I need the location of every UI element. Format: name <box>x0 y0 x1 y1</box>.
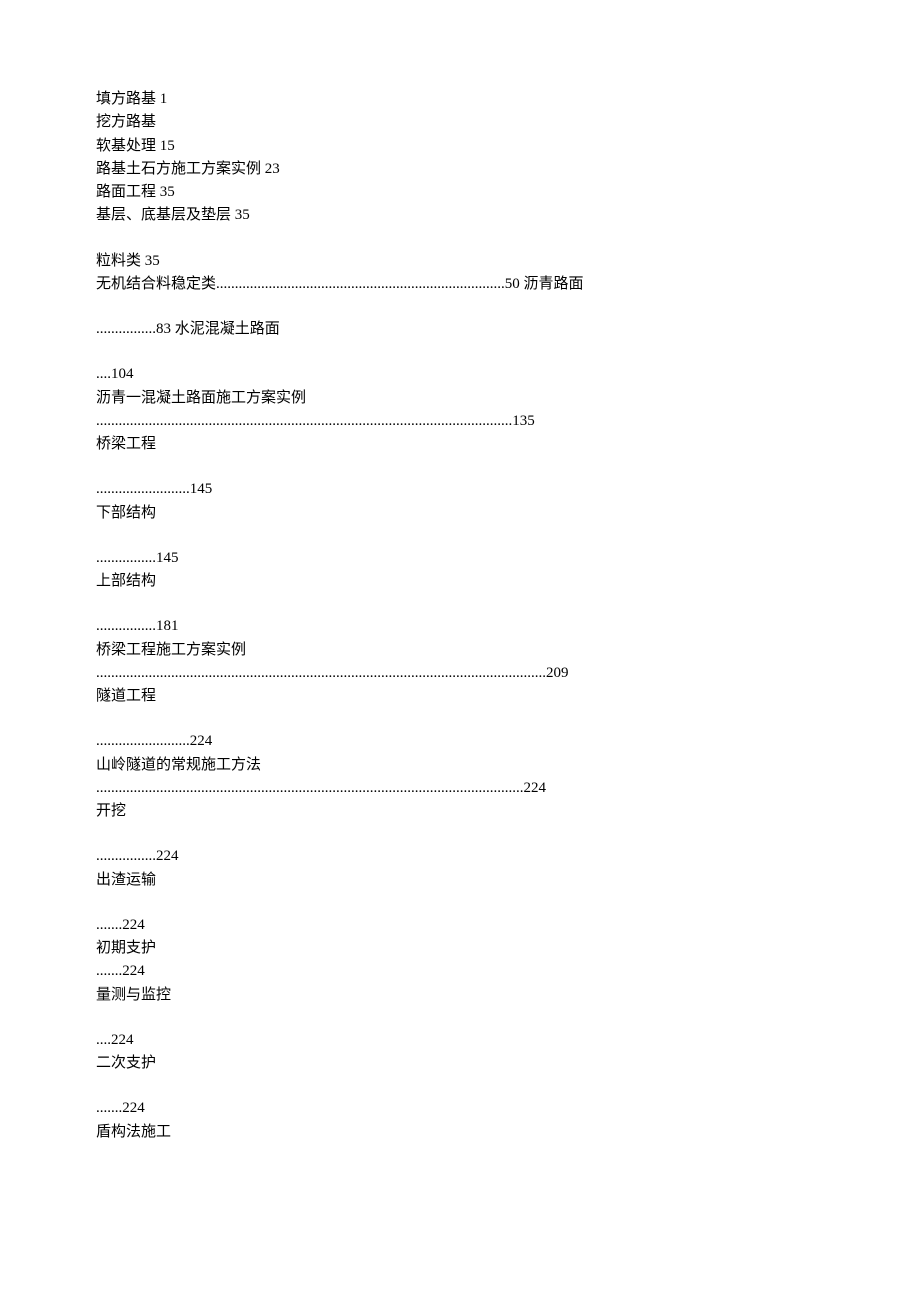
document-page: 填方路基 1挖方路基软基处理 15路基土石方施工方案实例 23路面工程 35基层… <box>0 0 920 1204</box>
toc-line: 粒料类 35 <box>96 250 824 273</box>
toc-content: 填方路基 1挖方路基软基处理 15路基土石方施工方案实例 23路面工程 35基层… <box>96 88 824 1144</box>
toc-line: 量测与监控 <box>96 984 824 1007</box>
toc-line: 基层、底基层及垫层 35 <box>96 204 824 227</box>
toc-line: 初期支护 <box>96 937 824 960</box>
toc-line: ........................................… <box>96 410 824 433</box>
toc-line: 软基处理 15 <box>96 135 824 158</box>
toc-line: ....104 <box>96 363 824 386</box>
blank-line <box>96 341 824 363</box>
blank-line <box>96 1007 824 1029</box>
toc-line: 隧道工程 <box>96 685 824 708</box>
toc-line: 路面工程 35 <box>96 181 824 204</box>
toc-line: 路基土石方施工方案实例 23 <box>96 158 824 181</box>
toc-line: .......224 <box>96 914 824 937</box>
toc-line: .........................145 <box>96 478 824 501</box>
toc-line: 无机结合料稳定类................................… <box>96 273 824 296</box>
toc-line: 盾构法施工 <box>96 1121 824 1144</box>
toc-line: 山岭隧道的常规施工方法 <box>96 754 824 777</box>
toc-line: .......224 <box>96 1097 824 1120</box>
toc-line: 开挖 <box>96 800 824 823</box>
toc-line: ................224 <box>96 845 824 868</box>
blank-line <box>96 228 824 250</box>
toc-line: .........................224 <box>96 730 824 753</box>
blank-line <box>96 593 824 615</box>
toc-line: ................145 <box>96 547 824 570</box>
toc-line: 出渣运输 <box>96 869 824 892</box>
toc-line: 填方路基 1 <box>96 88 824 111</box>
blank-line <box>96 823 824 845</box>
toc-line: ....224 <box>96 1029 824 1052</box>
blank-line <box>96 525 824 547</box>
toc-line: 桥梁工程施工方案实例 <box>96 639 824 662</box>
blank-line <box>96 1075 824 1097</box>
toc-line: 沥青一混凝土路面施工方案实例 <box>96 387 824 410</box>
blank-line <box>96 456 824 478</box>
toc-line: 上部结构 <box>96 570 824 593</box>
blank-line <box>96 708 824 730</box>
toc-line: ................83 水泥混凝土路面 <box>96 318 824 341</box>
toc-line: ........................................… <box>96 662 824 685</box>
toc-line: ........................................… <box>96 777 824 800</box>
toc-line: .......224 <box>96 960 824 983</box>
blank-line <box>96 296 824 318</box>
toc-line: ................181 <box>96 615 824 638</box>
toc-line: 下部结构 <box>96 502 824 525</box>
blank-line <box>96 892 824 914</box>
toc-line: 挖方路基 <box>96 111 824 134</box>
toc-line: 二次支护 <box>96 1052 824 1075</box>
toc-line: 桥梁工程 <box>96 433 824 456</box>
